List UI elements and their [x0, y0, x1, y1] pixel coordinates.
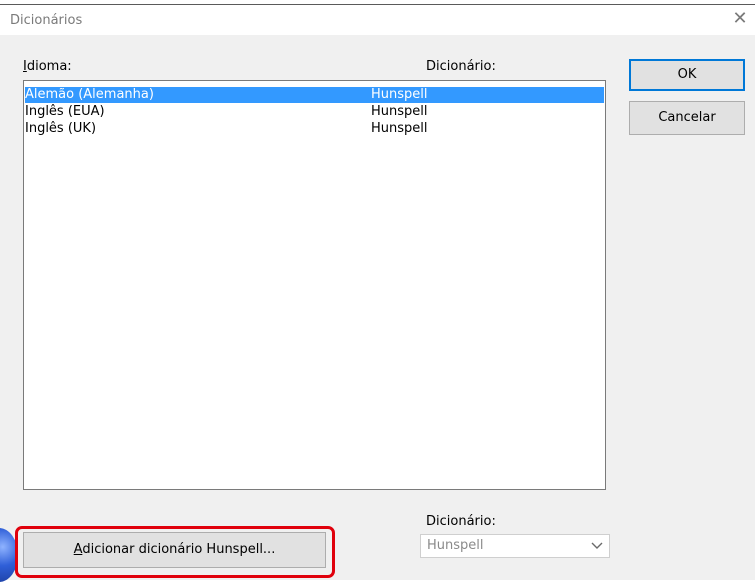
idioma-column-header: Idioma: [23, 59, 72, 74]
bottom-dicionario-label: Dicionário: [426, 514, 496, 529]
title-bar[interactable]: Dicionários ✕ [0, 5, 755, 35]
dicionario-column-header: Dicionário: [426, 59, 496, 74]
chevron-down-icon [591, 542, 603, 549]
list-item[interactable]: Inglês (UK) Hunspell [25, 121, 604, 137]
ok-button[interactable]: OK [629, 59, 745, 91]
close-icon[interactable]: ✕ [729, 8, 751, 30]
highlight-box [15, 526, 335, 578]
dictionary-cell: Hunspell [371, 87, 428, 102]
idioma-label-rest: dioma: [26, 59, 72, 74]
dictionary-combo-value: Hunspell [427, 538, 484, 553]
cancel-button[interactable]: Cancelar [629, 101, 745, 135]
language-cell: Inglês (EUA) [25, 104, 105, 119]
list-item[interactable]: Alemão (Alemanha) Hunspell [25, 87, 604, 103]
list-item[interactable]: Inglês (EUA) Hunspell [25, 104, 604, 120]
language-cell: Inglês (UK) [25, 121, 97, 136]
dictionary-combo[interactable]: Hunspell [420, 534, 610, 558]
dictionary-cell: Hunspell [371, 104, 428, 119]
language-cell: Alemão (Alemanha) [25, 87, 154, 102]
language-list[interactable]: Alemão (Alemanha) Hunspell Inglês (EUA) … [23, 80, 606, 490]
window-title: Dicionários [10, 13, 83, 28]
dictionary-cell: Hunspell [371, 121, 428, 136]
